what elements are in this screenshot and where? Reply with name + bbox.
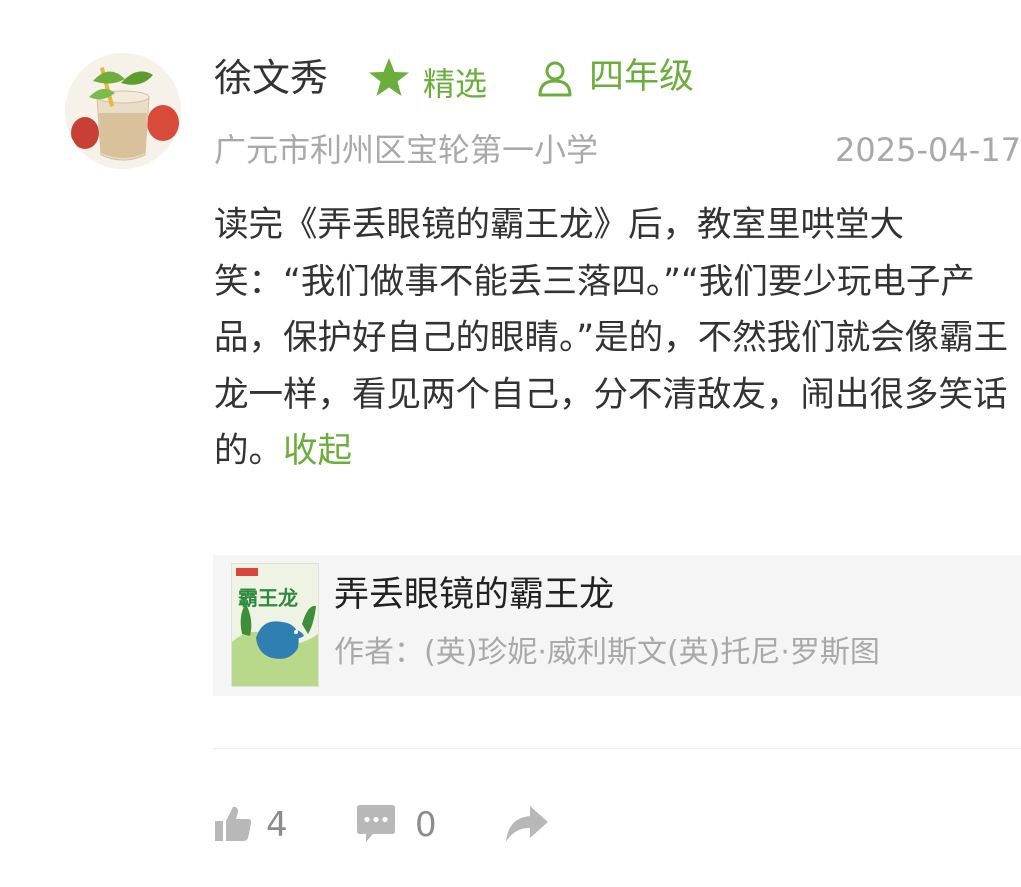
post-content: 读完《弄丢眼镜的霸王龙》后，教室里哄堂大笑：“我们做事不能丢三落四。”“我们要少… (214, 197, 1014, 480)
star-icon (369, 58, 409, 96)
featured-badge: 精选 (423, 65, 488, 103)
book-card[interactable]: 霸王龙 弄丢眼镜的霸王龙 作者：(英)珍妮·威利斯文(英)托尼·罗斯图 (213, 555, 1021, 696)
school-name: 广元市利州区宝轮第一小学 (214, 131, 599, 169)
avatar[interactable] (65, 53, 181, 169)
avatar-image (65, 53, 181, 169)
collapse-link[interactable]: 收起 (283, 431, 352, 471)
share-icon (506, 806, 548, 842)
book-cover-title: 霸王龙 (238, 586, 298, 610)
book-title: 弄丢眼镜的霸王龙 (334, 575, 615, 615)
author-name[interactable]: 徐文秀 (214, 54, 328, 102)
post-date: 2025-04-17 (835, 131, 1021, 169)
thumbs-up-icon (215, 806, 252, 841)
like-count: 4 (266, 805, 288, 845)
divider (213, 748, 1021, 749)
comment-icon (357, 805, 395, 842)
grade-label: 四年级 (589, 57, 695, 97)
comment-count: 0 (415, 805, 437, 845)
book-cover: 霸王龙 (231, 563, 319, 687)
share-button[interactable] (504, 800, 552, 848)
book-cover-image (232, 564, 318, 686)
comment-button[interactable]: 0 (355, 800, 455, 848)
user-icon (538, 61, 572, 97)
like-button[interactable]: 4 (213, 800, 303, 848)
book-author: 作者：(英)珍妮·威利斯文(英)托尼·罗斯图 (334, 635, 880, 670)
